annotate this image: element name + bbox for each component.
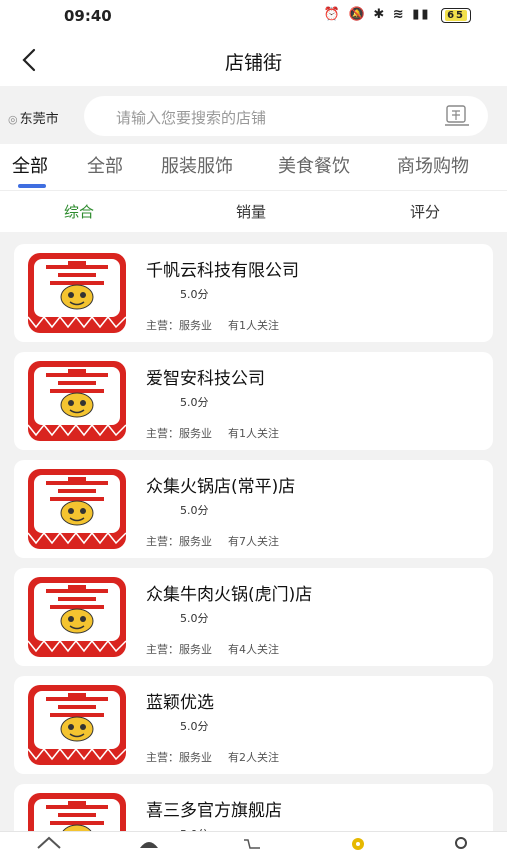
shop-score: 5.0分 xyxy=(180,288,209,301)
shop-score: 5.0分 xyxy=(180,720,209,733)
shop-category: 主营：服务业 xyxy=(146,427,212,440)
shop-meta: 主营：服务业 有1人关注 xyxy=(146,317,279,333)
shop-category: 主营：服务业 xyxy=(146,535,212,548)
sort-rating[interactable]: 评分 xyxy=(410,201,440,222)
location-icon[interactable] xyxy=(343,834,373,850)
shop-card[interactable]: 爱智安科技公司 5.0分主营：服务业 有1人关注 xyxy=(14,352,493,450)
sort-comprehensive[interactable]: 综合 xyxy=(64,201,94,222)
bottom-nav xyxy=(0,831,507,850)
search-row: ◎ 东莞市 请输入您要搜索的店铺 xyxy=(0,86,507,144)
shop-logo xyxy=(28,685,126,765)
shop-name: 众集火锅店(常平)店 xyxy=(146,477,296,497)
shop-meta: 主营：服务业 有2人关注 xyxy=(146,749,279,765)
tab-all[interactable]: 全部 xyxy=(87,152,123,178)
signal-icon: ▮▮ xyxy=(412,7,431,22)
search-placeholder: 请输入您要搜索的店铺 xyxy=(116,109,267,127)
wifi-icon: ≋ xyxy=(392,7,406,22)
category-tabs: 全部 全部 服装服饰 美食餐饮 商场购物 xyxy=(0,144,507,190)
category-icon[interactable] xyxy=(134,834,164,850)
tab-underline xyxy=(18,184,46,188)
alarm-icon: ⏰ xyxy=(323,7,343,22)
shop-followers: 有1人关注 xyxy=(228,427,279,440)
shop-card[interactable]: 蓝颖优选 5.0分主营：服务业 有2人关注 xyxy=(14,676,493,774)
shop-logo xyxy=(28,361,126,441)
tab-shopping-mall[interactable]: 商场购物 xyxy=(397,152,469,178)
tab-clothing[interactable]: 服装服饰 xyxy=(161,152,233,178)
shop-card[interactable]: 千帆云科技有限公司 5.0分主营：服务业 有1人关注 xyxy=(14,244,493,342)
shop-category: 主营：服务业 xyxy=(146,643,212,656)
title-bar: 店铺街 xyxy=(0,34,507,86)
shop-score: 5.0分 xyxy=(180,504,209,517)
tab-food[interactable]: 美食餐饮 xyxy=(278,152,350,178)
shop-score: 5.0分 xyxy=(180,396,209,409)
cart-icon[interactable] xyxy=(238,834,268,850)
shop-logo xyxy=(28,577,126,657)
sort-sales[interactable]: 销量 xyxy=(236,201,266,222)
battery-icon: 65 xyxy=(441,8,471,23)
sort-tabs: 综合 销量 评分 xyxy=(0,190,507,232)
status-time: 09:40 xyxy=(64,7,112,25)
shop-score: 5.0分 xyxy=(180,612,209,625)
mute-icon: 🔕 xyxy=(348,7,367,22)
location-pin-icon: ◎ xyxy=(8,113,18,126)
shop-category: 主营：服务业 xyxy=(146,319,212,332)
shop-followers: 有4人关注 xyxy=(228,643,279,656)
shop-name: 爱智安科技公司 xyxy=(146,369,265,389)
bluetooth-icon: ✱ xyxy=(373,7,387,22)
shop-meta: 主营：服务业 有7人关注 xyxy=(146,533,279,549)
shop-card[interactable]: 众集牛肉火锅(虎门)店 5.0分主营：服务业 有4人关注 xyxy=(14,568,493,666)
status-icons: ⏰ 🔕 ✱ ≋ ▮▮ 65 xyxy=(324,7,471,23)
shop-logo xyxy=(28,253,126,333)
scan-icon[interactable] xyxy=(444,104,470,128)
shop-name: 喜三多官方旗舰店 xyxy=(146,801,282,821)
city-selector[interactable]: ◎ 东莞市 xyxy=(8,108,59,127)
shop-meta: 主营：服务业 有4人关注 xyxy=(146,641,279,657)
shop-followers: 有1人关注 xyxy=(228,319,279,332)
search-input[interactable]: 请输入您要搜索的店铺 xyxy=(84,96,488,136)
shop-name: 千帆云科技有限公司 xyxy=(146,261,299,281)
user-icon[interactable] xyxy=(446,834,476,850)
city-label: 东莞市 xyxy=(19,112,59,127)
shop-name: 众集牛肉火锅(虎门)店 xyxy=(146,585,313,605)
home-icon[interactable] xyxy=(34,834,64,850)
shop-followers: 有7人关注 xyxy=(228,535,279,548)
tab-all-active[interactable]: 全部 xyxy=(12,152,48,178)
page-title: 店铺街 xyxy=(224,52,282,74)
shop-followers: 有2人关注 xyxy=(228,751,279,764)
status-bar: 09:40 ⏰ 🔕 ✱ ≋ ▮▮ 65 xyxy=(0,0,507,34)
shop-logo xyxy=(28,469,126,549)
shop-meta: 主营：服务业 有1人关注 xyxy=(146,425,279,441)
shop-card[interactable]: 众集火锅店(常平)店 5.0分主营：服务业 有7人关注 xyxy=(14,460,493,558)
shop-category: 主营：服务业 xyxy=(146,751,212,764)
shop-name: 蓝颖优选 xyxy=(146,693,214,713)
